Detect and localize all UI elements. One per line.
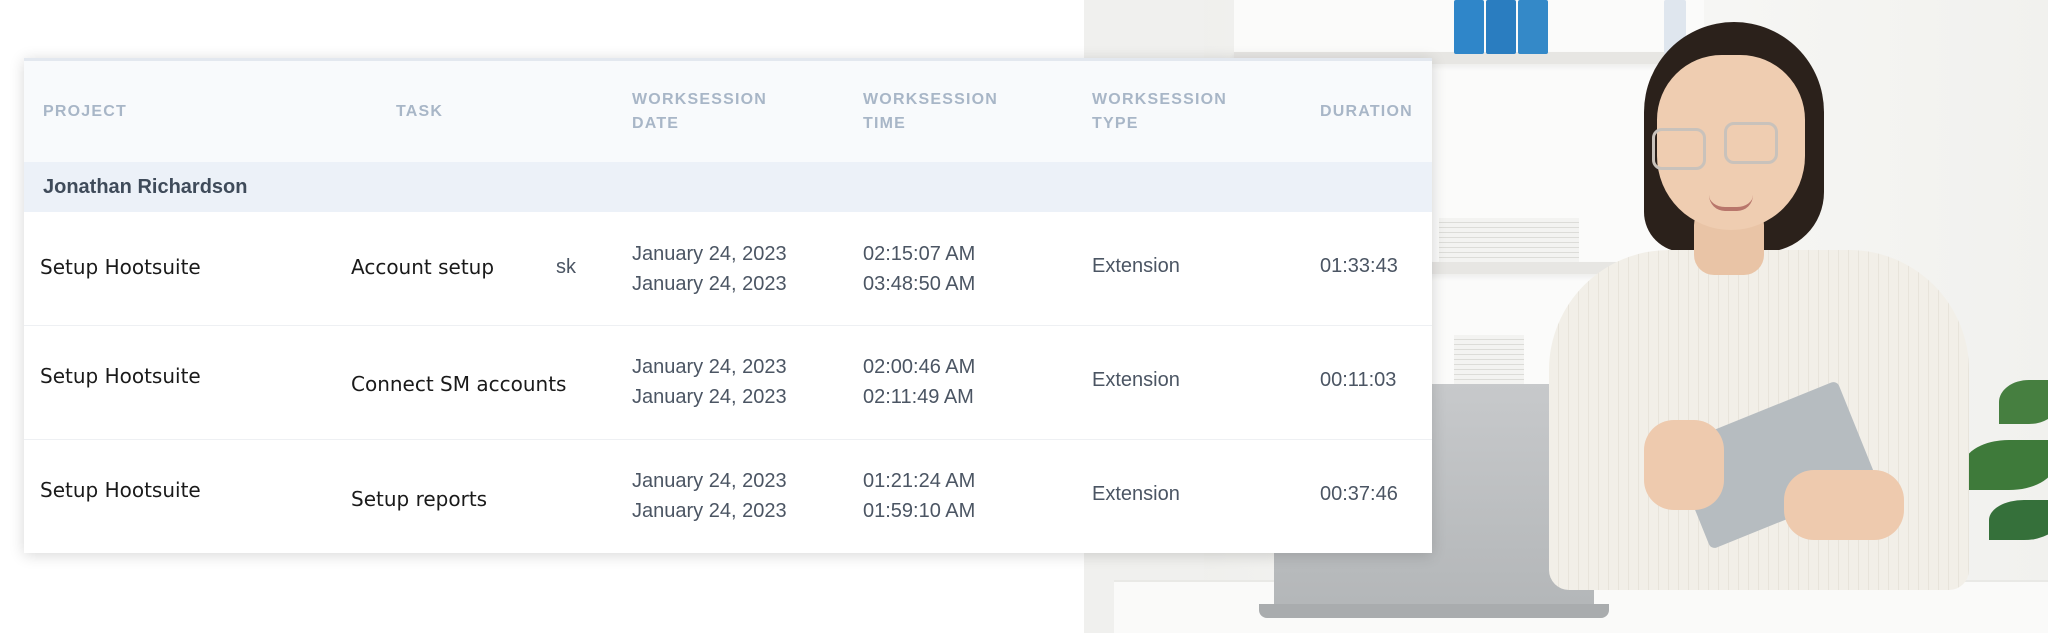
type-cell: Extension: [1092, 369, 1180, 391]
date-cell: January 24, 2023 January 24, 2023: [632, 352, 787, 412]
laptop-base: [1259, 604, 1609, 618]
time-start: 02:00:46 AM: [863, 356, 976, 378]
glasses-left-lens: [1652, 128, 1706, 170]
project-cell: Setup Hootsuite: [40, 364, 201, 388]
project-cell: Setup Hootsuite: [40, 478, 201, 502]
plant-leaf: [1999, 380, 2048, 424]
hand: [1784, 470, 1904, 540]
time-start: 01:21:24 AM: [863, 470, 976, 492]
date-start: January 24, 2023: [632, 243, 787, 265]
time-end: 03:48:50 AM: [863, 273, 976, 295]
task-overflow-text: sk: [556, 256, 576, 278]
table-row[interactable]: Setup Hootsuite Account setup sk January…: [24, 212, 1432, 326]
date-start: January 24, 2023: [632, 470, 787, 492]
binder: [1454, 0, 1484, 54]
project-cell: Setup Hootsuite: [40, 255, 201, 279]
duration-cell: 01:33:43: [1320, 255, 1398, 277]
date-cell: January 24, 2023 January 24, 2023: [632, 466, 787, 526]
type-cell: Extension: [1092, 255, 1180, 277]
time-end: 01:59:10 AM: [863, 500, 976, 522]
binder: [1486, 0, 1516, 54]
column-header-project[interactable]: PROJECT: [43, 61, 127, 162]
column-header-worksession-type[interactable]: WORKSESSION TYPE: [1092, 61, 1227, 162]
type-cell: Extension: [1092, 483, 1180, 505]
time-cell: 01:21:24 AM 01:59:10 AM: [863, 466, 975, 526]
date-end: January 24, 2023: [632, 386, 787, 408]
group-row: Jonathan Richardson: [24, 162, 1432, 212]
time-cell: 02:15:07 AM 03:48:50 AM: [863, 239, 975, 299]
task-cell: Connect SM accounts: [351, 372, 567, 396]
table-row[interactable]: Setup Hootsuite Setup reports January 24…: [24, 440, 1432, 553]
duration-cell: 00:37:46: [1320, 483, 1398, 505]
column-header-task[interactable]: TASK: [396, 61, 443, 162]
column-header-worksession-time[interactable]: WORKSESSION TIME: [863, 61, 998, 162]
paper-stack: [1439, 218, 1579, 262]
worksession-table: PROJECT TASK WORKSESSION DATE WORKSESSIO…: [24, 58, 1432, 553]
duration-cell: 00:11:03: [1320, 369, 1397, 391]
hand: [1644, 420, 1724, 510]
task-cell: Setup reports: [351, 487, 488, 511]
column-header-duration[interactable]: DURATION: [1320, 61, 1413, 162]
column-header-worksession-date[interactable]: WORKSESSION DATE: [632, 61, 767, 162]
time-end: 02:11:49 AM: [863, 386, 974, 408]
date-end: January 24, 2023: [632, 500, 787, 522]
date-end: January 24, 2023: [632, 273, 787, 295]
task-cell: Account setup: [351, 255, 495, 279]
group-name: Jonathan Richardson: [43, 175, 248, 198]
date-cell: January 24, 2023 January 24, 2023: [632, 239, 787, 299]
paper-stack: [1454, 335, 1524, 385]
glasses-right-lens: [1724, 122, 1778, 164]
binder: [1518, 0, 1548, 54]
plant-leaf: [1964, 440, 2048, 490]
date-start: January 24, 2023: [632, 356, 787, 378]
table-header: PROJECT TASK WORKSESSION DATE WORKSESSIO…: [24, 61, 1432, 162]
table-row[interactable]: Setup Hootsuite Connect SM accounts Janu…: [24, 326, 1432, 440]
time-cell: 02:00:46 AM 02:11:49 AM: [863, 352, 975, 412]
plant-leaf: [1989, 500, 2048, 540]
time-start: 02:15:07 AM: [863, 243, 976, 265]
